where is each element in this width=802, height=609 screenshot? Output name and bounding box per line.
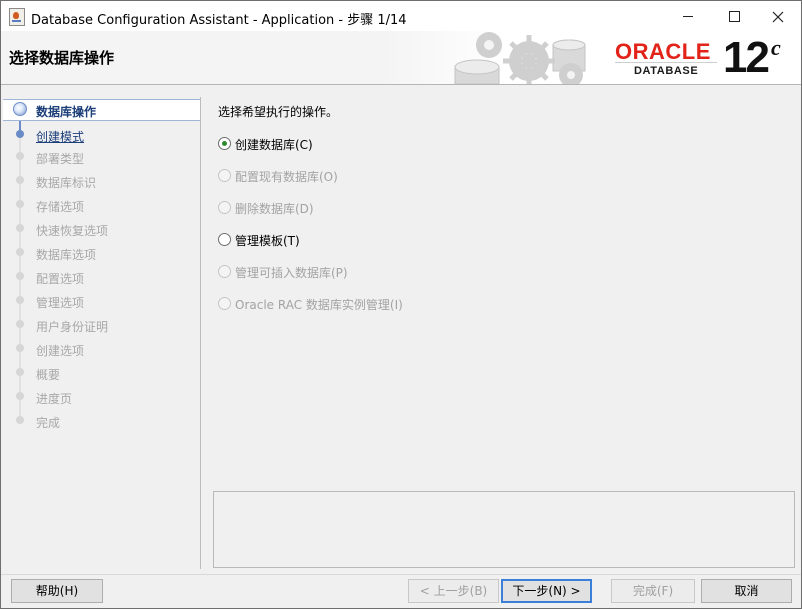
step-dot-icon <box>16 344 24 352</box>
radio-create-database[interactable]: 创建数据库(C) <box>218 134 518 152</box>
back-button[interactable]: < 上一步(B) <box>408 579 499 603</box>
step-label: 快速恢复选项 <box>36 224 109 238</box>
close-icon <box>772 11 784 22</box>
step-item-database-options: 数据库选项 <box>3 243 200 263</box>
step-navigator: 数据库操作 创建模式 部署类型 数据库标识 存储选项 快速恢复选项 数据库选项 … <box>3 97 201 569</box>
step-label: 数据库操作 <box>36 105 97 119</box>
dbca-window: Database Configuration Assistant - Appli… <box>0 0 802 609</box>
step-label: 进度页 <box>36 392 73 406</box>
radio-label: 创建数据库(C) <box>235 138 313 152</box>
radio-selected-icon <box>218 137 231 150</box>
step-dot-icon <box>16 272 24 280</box>
radio-icon <box>218 169 231 182</box>
step-item-user-credentials: 用户身份证明 <box>3 315 200 335</box>
step-label: 管理选项 <box>36 296 85 310</box>
minimize-button[interactable] <box>665 1 711 31</box>
step-dot-icon <box>16 248 24 256</box>
radio-manage-pluggable-databases: 管理可插入数据库(P) <box>218 262 518 280</box>
radio-manage-templates[interactable]: 管理模板(T) <box>218 230 518 248</box>
database-wordmark: DATABASE <box>634 65 699 77</box>
step-item-creation-mode[interactable]: 创建模式 <box>3 125 200 145</box>
step-dot-icon <box>16 392 24 400</box>
radio-delete-database: 删除数据库(D) <box>218 198 518 216</box>
maximize-icon <box>728 11 740 22</box>
next-button[interactable]: 下一步(N) > <box>501 579 592 603</box>
step-label: 部署类型 <box>36 152 85 166</box>
radio-label: 配置现有数据库(O) <box>235 170 338 184</box>
radio-icon <box>218 265 231 278</box>
java-app-icon <box>9 8 25 26</box>
radio-rac-instance-management: Oracle RAC 数据库实例管理(I) <box>218 294 518 312</box>
description-box <box>213 491 795 568</box>
step-label: 创建模式 <box>36 130 85 144</box>
step-dot-icon <box>16 416 24 424</box>
window-title: Database Configuration Assistant - Appli… <box>31 13 407 28</box>
step-item-finish: 完成 <box>3 411 200 431</box>
finish-button[interactable]: 完成(F) <box>611 579 695 603</box>
current-step-icon <box>13 102 27 116</box>
radio-icon <box>218 201 231 214</box>
close-button[interactable] <box>755 1 801 31</box>
radio-label: 管理可插入数据库(P) <box>235 266 348 280</box>
step-dot-icon <box>16 368 24 376</box>
step-label: 存储选项 <box>36 200 85 214</box>
step-label: 概要 <box>36 368 61 382</box>
step-dot-icon <box>16 152 24 160</box>
step-header: 选择数据库操作 ORACLE DATABASE 12 c <box>1 31 801 85</box>
step-dot-icon <box>16 296 24 304</box>
step-label: 用户身份证明 <box>36 320 109 334</box>
step-item-configuration-options: 配置选项 <box>3 267 200 287</box>
step-dot-icon <box>16 176 24 184</box>
content-panel: 选择希望执行的操作。 创建数据库(C) 配置现有数据库(O) 删除数据库(D) … <box>206 97 799 569</box>
cancel-button[interactable]: 取消 <box>701 579 792 603</box>
step-label: 完成 <box>36 416 61 430</box>
step-dot-icon <box>16 200 24 208</box>
minimize-icon <box>683 16 693 17</box>
radio-icon <box>218 233 231 246</box>
step-item-management-options: 管理选项 <box>3 291 200 311</box>
radio-configure-existing-database: 配置现有数据库(O) <box>218 166 518 184</box>
step-item-fast-recovery: 快速恢复选项 <box>3 219 200 239</box>
step-dot-icon <box>16 224 24 232</box>
step-label: 创建选项 <box>36 344 85 358</box>
step-dot-icon <box>16 320 24 328</box>
gears-decoration-icon <box>454 32 586 84</box>
instruction-text: 选择希望执行的操作。 <box>218 105 339 119</box>
step-item-summary: 概要 <box>3 363 200 383</box>
main-body: 数据库操作 创建模式 部署类型 数据库标识 存储选项 快速恢复选项 数据库选项 … <box>1 85 801 608</box>
step-item-progress: 进度页 <box>3 387 200 407</box>
step-item-storage-options: 存储选项 <box>3 195 200 215</box>
step-dot-icon <box>16 130 24 138</box>
page-title: 选择数据库操作 <box>9 49 115 67</box>
radio-label: 管理模板(T) <box>235 234 300 248</box>
step-label: 配置选项 <box>36 272 85 286</box>
radio-label: Oracle RAC 数据库实例管理(I) <box>235 298 403 312</box>
step-item-deployment-type: 部署类型 <box>3 147 200 167</box>
step-label: 数据库标识 <box>36 176 97 190</box>
step-item-database-identification: 数据库标识 <box>3 171 200 191</box>
maximize-button[interactable] <box>711 1 757 31</box>
version-number: 12 <box>723 33 770 82</box>
help-button[interactable]: 帮助(H) <box>11 579 103 603</box>
step-item-database-operation[interactable]: 数据库操作 <box>3 99 200 121</box>
version-suffix: c <box>771 35 781 60</box>
radio-label: 删除数据库(D) <box>235 202 314 216</box>
step-label: 数据库选项 <box>36 248 97 262</box>
title-bar: Database Configuration Assistant - Appli… <box>1 1 801 31</box>
radio-icon <box>218 297 231 310</box>
step-item-creation-options: 创建选项 <box>3 339 200 359</box>
